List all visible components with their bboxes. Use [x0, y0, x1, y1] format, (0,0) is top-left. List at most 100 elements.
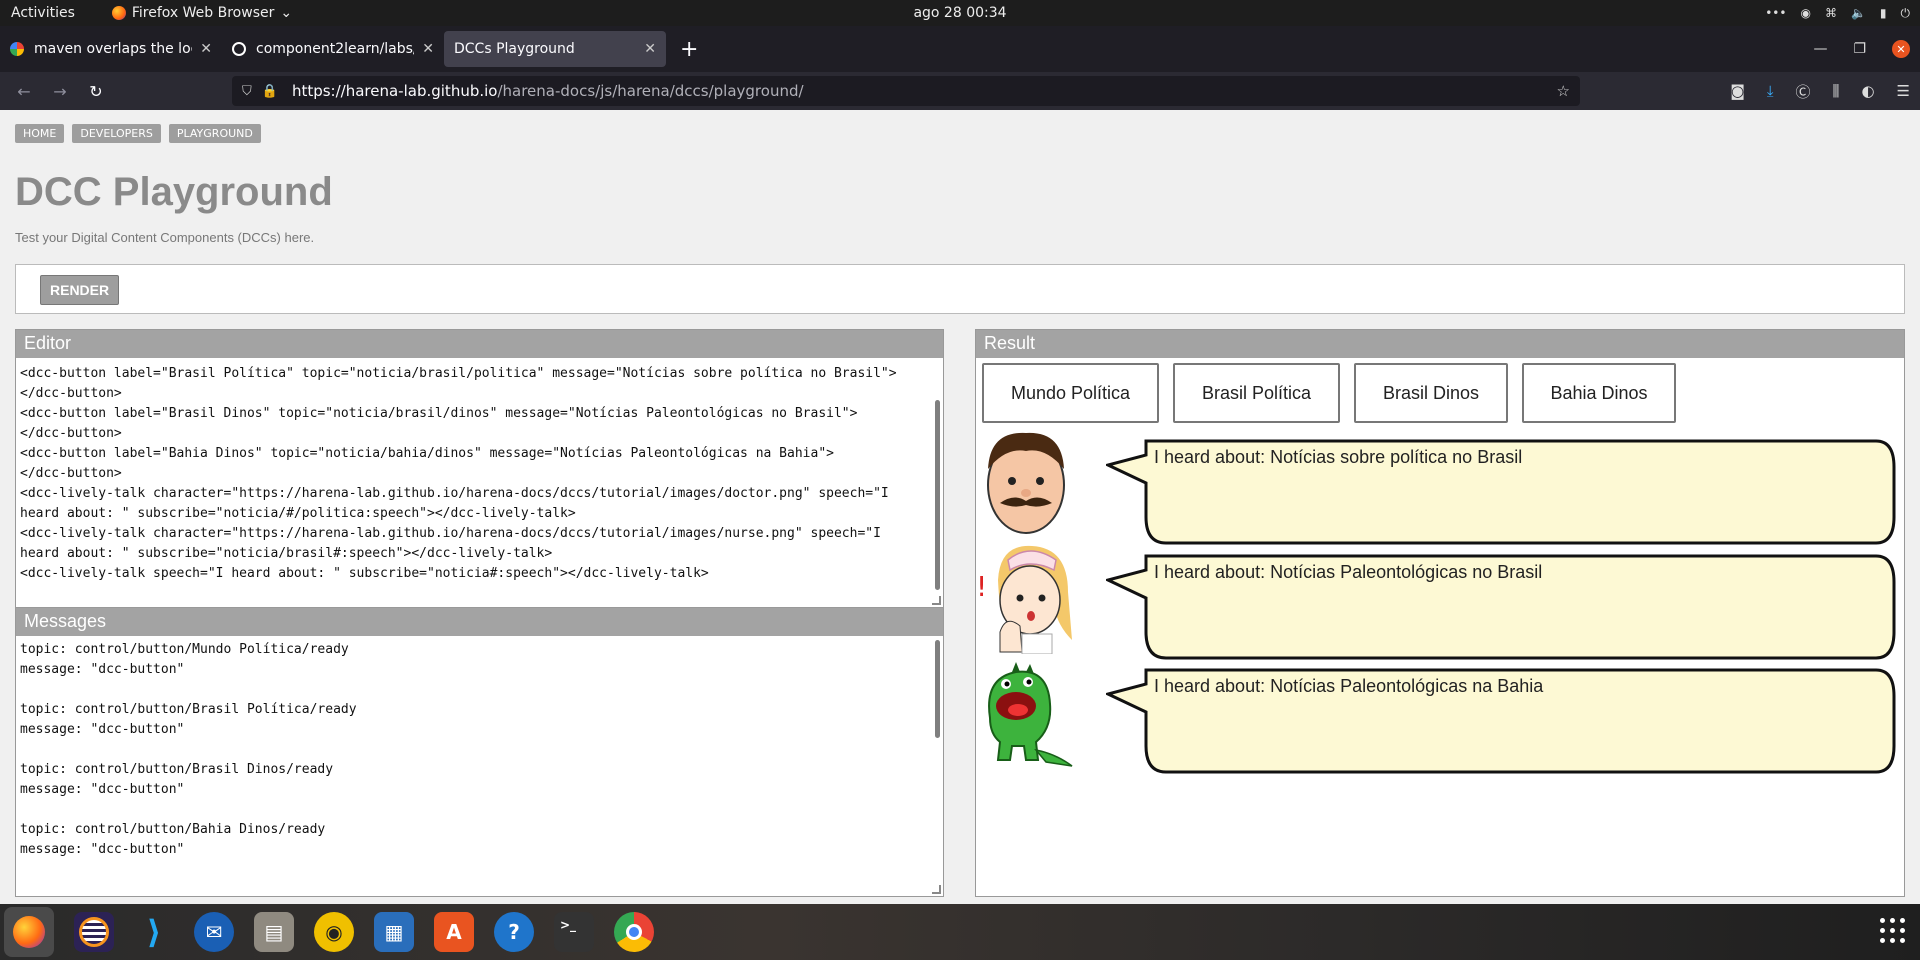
- activities-button[interactable]: Activities: [11, 5, 75, 21]
- url-host: https://harena-lab.github.io: [291, 82, 498, 100]
- eclipse-icon[interactable]: [74, 912, 114, 952]
- vscode-icon[interactable]: ⟩: [134, 912, 174, 952]
- result-panel: Result Mundo Política Brasil Política Br…: [975, 329, 1905, 897]
- tab-dccs-playground[interactable]: DCCs Playground ✕: [444, 31, 666, 67]
- nurse-avatar: !: [976, 545, 1072, 654]
- bookmark-star-icon[interactable]: ☆: [1557, 82, 1570, 100]
- tab-label: maven overlaps the locat: [34, 41, 192, 57]
- back-icon[interactable]: ←: [6, 82, 42, 101]
- clock[interactable]: ago 28 00:34: [913, 5, 1006, 21]
- navigation-toolbar: ← → ↻ ⛉ 🔒 https://harena-lab.github.io/h…: [0, 72, 1920, 110]
- library-icon[interactable]: ⫼: [1833, 82, 1840, 100]
- github-icon: [232, 42, 246, 56]
- breadcrumb-home[interactable]: HOME: [15, 124, 65, 143]
- editor-line: <dcc-lively-talk speech="I heard about: …: [20, 566, 709, 581]
- close-icon[interactable]: ✕: [200, 41, 212, 57]
- new-tab-button[interactable]: +: [680, 37, 698, 62]
- page-content: HOME DEVELOPERS PLAYGROUND DCC Playgroun…: [0, 110, 1920, 904]
- software-icon[interactable]: A: [434, 912, 474, 952]
- volume-icon[interactable]: 🔈: [1851, 6, 1866, 20]
- lively-talk-doctor: I heard about: Notícias sobre política n…: [976, 429, 1904, 545]
- dock: ⟩ ✉ ▤ ◉ ▦ A ? >_: [0, 904, 1920, 960]
- close-icon[interactable]: ✕: [422, 41, 434, 57]
- close-window-button[interactable]: ✕: [1892, 40, 1910, 58]
- chrome-indicator-icon[interactable]: ◉: [1800, 6, 1810, 20]
- messages-textarea[interactable]: topic: control/button/Mundo Política/rea…: [20, 640, 931, 890]
- battery-icon[interactable]: ▮: [1880, 6, 1887, 20]
- window-controls: — ❐ ✕: [1813, 26, 1910, 72]
- editor-line: </dcc-button>: [20, 426, 122, 441]
- extension-c-icon[interactable]: Ⓒ: [1796, 81, 1811, 102]
- page-subtitle: Test your Digital Content Components (DC…: [15, 230, 315, 245]
- breadcrumb-developers[interactable]: DEVELOPERS: [72, 124, 161, 143]
- terminal-icon[interactable]: >_: [554, 912, 594, 952]
- reload-icon[interactable]: ↻: [78, 82, 114, 101]
- url-path: /harena-docs/js/harena/dccs/playground/: [497, 82, 804, 100]
- tab-label: DCCs Playground: [454, 41, 575, 57]
- app-menu[interactable]: Firefox Web Browser ⌄: [111, 5, 293, 21]
- forward-icon[interactable]: →: [42, 82, 78, 101]
- network-icon[interactable]: ⌘: [1825, 6, 1837, 20]
- account-icon[interactable]: ◐: [1861, 82, 1874, 100]
- speech-text: I heard about: Notícias sobre política n…: [1154, 447, 1523, 467]
- breadcrumb-playground[interactable]: PLAYGROUND: [168, 124, 261, 143]
- render-bar: RENDER: [15, 264, 1905, 314]
- chevron-down-icon: ⌄: [280, 5, 293, 21]
- brasil-dinos-button[interactable]: Brasil Dinos: [1354, 363, 1508, 423]
- editor-line: <dcc-lively-talk character="https://hare…: [20, 486, 889, 501]
- restore-icon[interactable]: ❐: [1853, 41, 1866, 57]
- message-line: topic: control/button/Bahia Dinos/ready: [20, 822, 326, 837]
- editor-line: </dcc-button>: [20, 386, 122, 401]
- files-icon[interactable]: ▤: [254, 912, 294, 952]
- minimize-icon[interactable]: —: [1813, 41, 1827, 57]
- tab-maven[interactable]: maven overlaps the locat ✕: [0, 31, 222, 67]
- editor-line: <dcc-button label="Brasil Dinos" topic="…: [20, 406, 858, 421]
- mundo-politica-button[interactable]: Mundo Política: [982, 363, 1159, 423]
- message-line: message: "dcc-button": [20, 782, 185, 797]
- messages-title: Messages: [16, 608, 943, 636]
- message-line: topic: control/button/Brasil Dinos/ready: [20, 762, 334, 777]
- resize-handle[interactable]: [932, 885, 941, 894]
- message-line: topic: control/button/Mundo Política/rea…: [20, 642, 349, 657]
- url-text[interactable]: https://harena-lab.github.io/harena-docs…: [292, 82, 804, 100]
- editor-textarea[interactable]: <dcc-button label="Brasil Política" topi…: [20, 364, 931, 602]
- system-tray[interactable]: ••• ◉ ⌘ 🔈 ▮ ⏻: [1765, 6, 1910, 21]
- bahia-dinos-button[interactable]: Bahia Dinos: [1522, 363, 1676, 423]
- message-line: message: "dcc-button": [20, 662, 185, 677]
- result-title: Result: [976, 330, 1904, 358]
- resize-handle[interactable]: [932, 596, 941, 605]
- message-line: [20, 800, 931, 820]
- dino-avatar: [988, 662, 1073, 767]
- close-icon[interactable]: ✕: [644, 41, 656, 57]
- menu-icon[interactable]: ☰: [1897, 82, 1910, 100]
- writer-icon[interactable]: ▦: [374, 912, 414, 952]
- render-button[interactable]: RENDER: [40, 275, 120, 305]
- app-name: Firefox Web Browser: [131, 5, 275, 21]
- shield-icon[interactable]: ⛉: [242, 84, 252, 99]
- tab-label: component2learn/labs/2·: [256, 41, 415, 57]
- message-line: message: "dcc-button": [20, 842, 185, 857]
- toolbar-right: ◙ ⤓ Ⓒ ⫼ ◐ ☰: [1730, 72, 1910, 110]
- editor-scrollbar[interactable]: [935, 400, 940, 590]
- url-bar[interactable]: ⛉ 🔒 https://harena-lab.github.io/harena-…: [232, 76, 1580, 106]
- downloads-icon[interactable]: ⤓: [1767, 82, 1774, 100]
- messages-scrollbar[interactable]: [935, 640, 940, 738]
- lock-icon[interactable]: 🔒: [262, 84, 278, 99]
- thunderbird-icon[interactable]: ✉: [194, 912, 234, 952]
- svg-text:!: !: [976, 570, 987, 603]
- message-line: [20, 680, 931, 700]
- editor-line: <dcc-lively-talk character="https://hare…: [20, 526, 881, 541]
- help-icon[interactable]: ?: [494, 912, 534, 952]
- tab-component2learn[interactable]: component2learn/labs/2· ✕: [222, 31, 444, 67]
- editor-line: <dcc-button label="Bahia Dinos" topic="n…: [20, 446, 834, 461]
- firefox-icon[interactable]: [4, 907, 54, 957]
- editor-panel: Editor <dcc-button label="Brasil Polític…: [15, 329, 944, 608]
- rhythmbox-icon[interactable]: ◉: [314, 912, 354, 952]
- brasil-politica-button[interactable]: Brasil Política: [1173, 363, 1340, 423]
- power-icon[interactable]: ⏻: [1901, 6, 1911, 21]
- system-top-bar: Activities Firefox Web Browser ⌄ ago 28 …: [0, 0, 1920, 26]
- pocket-icon[interactable]: ◙: [1730, 82, 1745, 100]
- overflow-icon[interactable]: •••: [1765, 6, 1786, 20]
- chrome-icon[interactable]: [614, 912, 654, 952]
- show-applications-icon[interactable]: [1880, 918, 1906, 944]
